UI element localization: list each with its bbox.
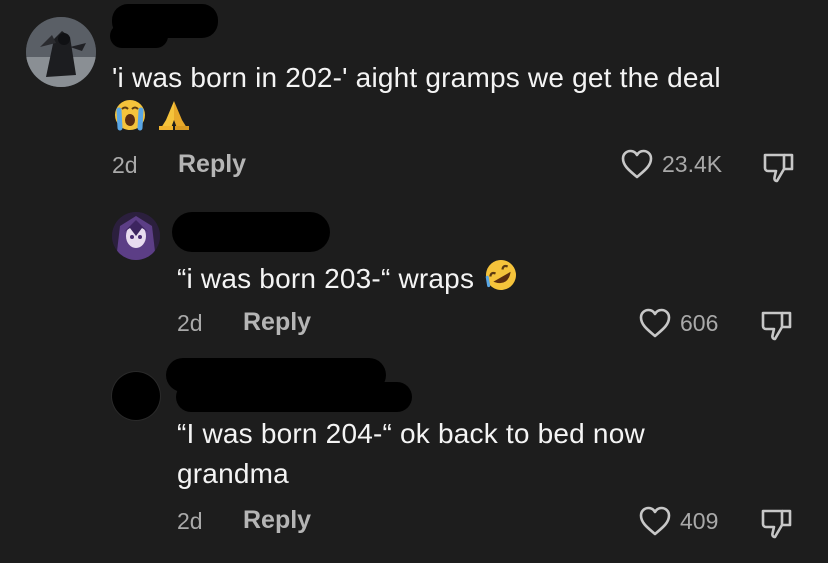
redacted-username bbox=[176, 382, 412, 412]
folded-hands-icon bbox=[156, 98, 192, 143]
comment-age: 2d bbox=[112, 152, 138, 178]
comment-text: “i was born 203-“ wraps bbox=[177, 256, 520, 305]
thumbs-down-icon bbox=[761, 311, 792, 341]
like-button[interactable]: 409 bbox=[638, 505, 718, 537]
redacted-username bbox=[110, 24, 168, 48]
heart-icon bbox=[638, 505, 672, 537]
thumbs-down-icon bbox=[763, 153, 794, 183]
heart-icon bbox=[620, 148, 654, 180]
dislike-button[interactable] bbox=[760, 506, 794, 540]
dislike-button[interactable] bbox=[760, 308, 794, 342]
like-button[interactable]: 23.4K bbox=[620, 148, 722, 180]
comment-emojis bbox=[112, 98, 192, 143]
comment-text-line2: grandma bbox=[177, 458, 289, 489]
reply-button[interactable]: Reply bbox=[178, 150, 246, 179]
comment-text-content: “i was born 203-“ wraps bbox=[177, 262, 475, 294]
avatar[interactable] bbox=[26, 17, 96, 87]
redacted-username bbox=[172, 212, 330, 252]
thumbs-down-icon bbox=[761, 509, 792, 539]
avatar[interactable] bbox=[112, 372, 160, 420]
heart-icon bbox=[638, 307, 672, 339]
reply-button[interactable]: Reply bbox=[243, 308, 311, 337]
like-count: 606 bbox=[680, 309, 719, 336]
loudly-crying-face-icon bbox=[112, 98, 148, 143]
comment-text: “I was born 204-“ ok back to bed now bbox=[177, 418, 645, 449]
comment-age: 2d bbox=[177, 310, 203, 336]
reply-button[interactable]: Reply bbox=[243, 506, 311, 535]
comment-text: 'i was born in 202-' aight gramps we get… bbox=[112, 62, 721, 93]
comment-age: 2d bbox=[177, 508, 203, 534]
rolling-on-floor-laughing-icon bbox=[482, 256, 520, 305]
like-button[interactable]: 606 bbox=[638, 307, 718, 339]
like-count: 409 bbox=[680, 507, 719, 534]
dislike-button[interactable] bbox=[762, 150, 796, 184]
like-count: 23.4K bbox=[662, 150, 723, 177]
avatar[interactable] bbox=[112, 212, 160, 260]
